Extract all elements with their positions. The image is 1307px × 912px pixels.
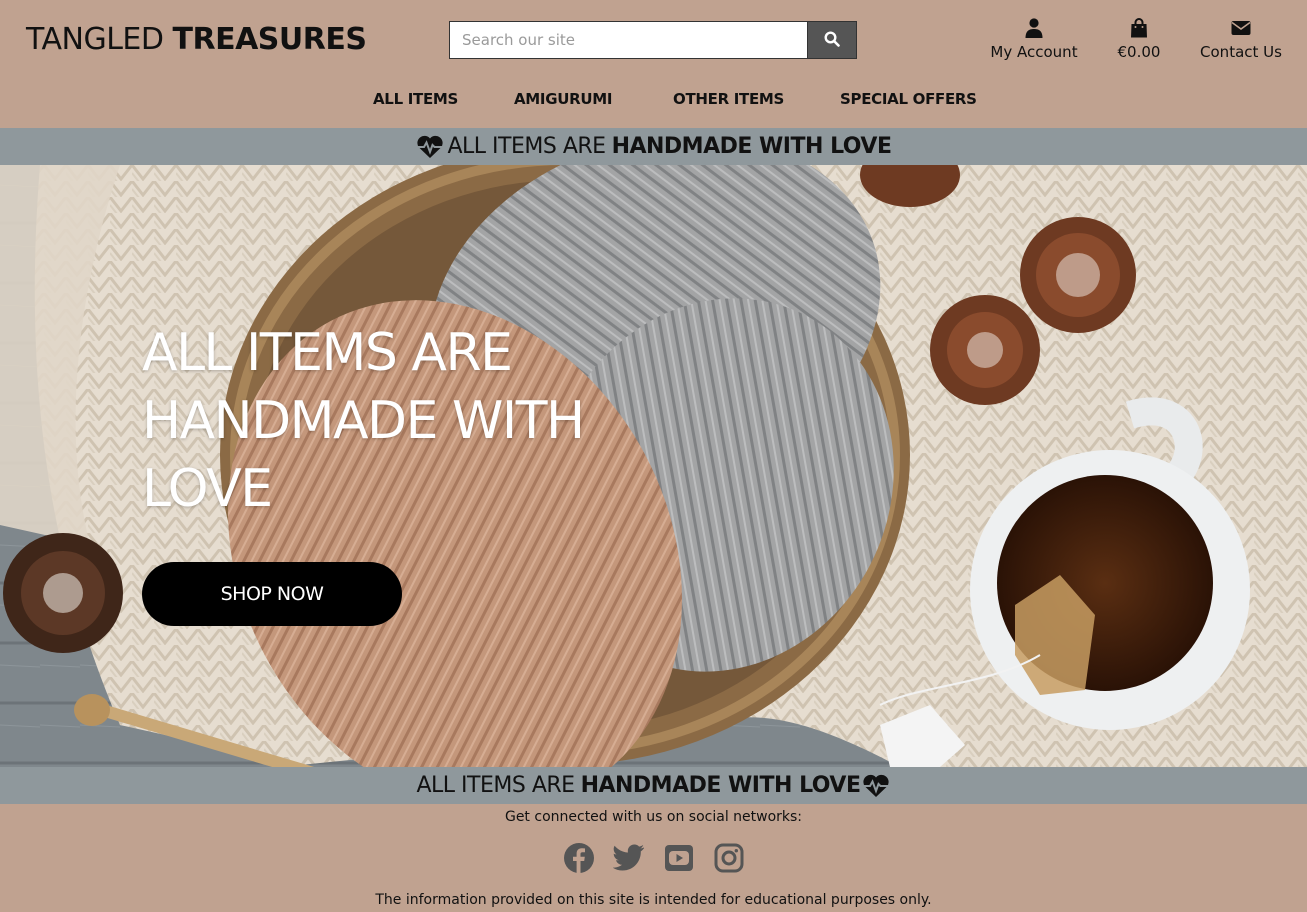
main-navigation: ALL ITEMS AMIGURUMI OTHER ITEMS SPECIAL …	[0, 90, 1307, 112]
twitter-icon[interactable]	[613, 842, 645, 874]
bag-total: €0.00	[1117, 43, 1161, 61]
nav-special-offers[interactable]: SPECIAL OFFERS	[840, 90, 977, 108]
banner-text-light: ALL ITEMS ARE	[416, 773, 576, 798]
social-links	[563, 842, 745, 874]
youtube-icon[interactable]	[663, 842, 695, 874]
shopping-bag-icon	[1130, 18, 1148, 38]
site-footer: Get connected with us on social networks…	[0, 804, 1307, 912]
search-icon	[824, 30, 840, 50]
contact-us-label: Contact Us	[1200, 43, 1282, 61]
brand-logo[interactable]: TANGLED TREASURES	[26, 22, 367, 57]
nav-amigurumi[interactable]: AMIGURUMI	[514, 90, 612, 108]
brand-name-light: TANGLED	[26, 22, 164, 57]
heartbeat-icon	[416, 135, 444, 159]
hero-section: ALL ITEMS ARE HANDMADE WITH LOVE SHOP NO…	[0, 165, 1307, 767]
handmade-banner-top: ALL ITEMS ARE HANDMADE WITH LOVE	[0, 128, 1307, 165]
search-button[interactable]	[807, 22, 856, 58]
banner-text-bold: HANDMADE WITH LOVE	[611, 134, 892, 159]
search-form	[449, 21, 857, 59]
instagram-icon[interactable]	[713, 842, 745, 874]
brand-name-bold: TREASURES	[172, 22, 367, 57]
hero-title: ALL ITEMS ARE HANDMADE WITH LOVE	[142, 323, 585, 519]
banner-text-bold: HANDMADE WITH LOVE	[580, 773, 861, 798]
user-icon	[1025, 18, 1043, 38]
facebook-icon[interactable]	[563, 842, 595, 874]
search-input[interactable]	[450, 22, 807, 58]
handmade-banner-bottom: ALL ITEMS ARE HANDMADE WITH LOVE	[0, 767, 1307, 804]
nav-all-items[interactable]: ALL ITEMS	[373, 90, 458, 108]
footer-disclaimer: The information provided on this site is…	[375, 892, 932, 908]
my-account-link[interactable]: My Account	[990, 18, 1078, 61]
social-connect-text: Get connected with us on social networks…	[504, 809, 803, 825]
shop-now-button[interactable]: SHOP NOW	[142, 562, 402, 626]
heartbeat-icon	[862, 774, 890, 798]
envelope-icon	[1231, 18, 1251, 38]
banner-text-light: ALL ITEMS ARE	[447, 134, 607, 159]
contact-us-link[interactable]: Contact Us	[1200, 18, 1282, 61]
nav-other-items[interactable]: OTHER ITEMS	[673, 90, 784, 108]
shopping-bag-link[interactable]: €0.00	[1112, 18, 1166, 61]
site-header: TANGLED TREASURES My Account	[0, 0, 1307, 128]
my-account-label: My Account	[990, 43, 1078, 61]
